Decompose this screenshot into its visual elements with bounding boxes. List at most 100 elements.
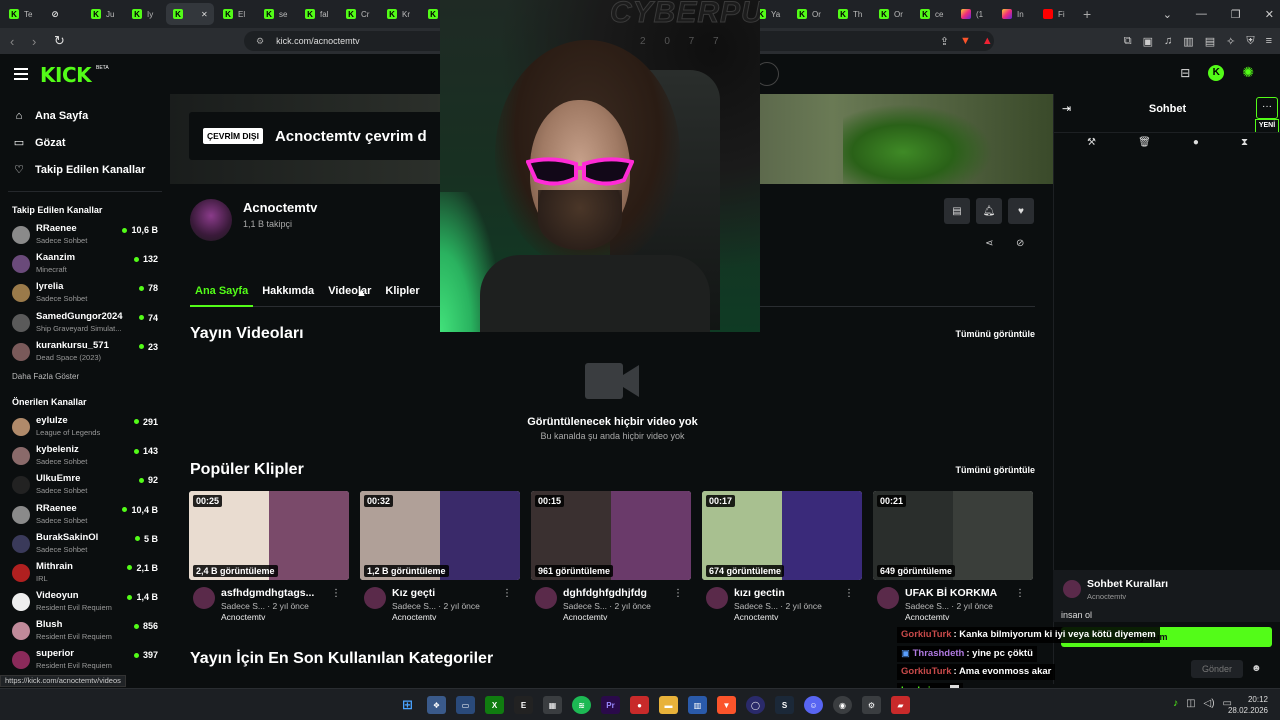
reload-button[interactable]: ↻ <box>54 33 66 49</box>
brave-icon[interactable]: ▼ <box>717 696 736 714</box>
clip-channel-avatar[interactable] <box>535 587 557 609</box>
menu-toggle-icon[interactable] <box>14 68 28 83</box>
browser-tab[interactable]: ⊘ <box>43 3 82 25</box>
clip-channel[interactable]: Acnoctemtv <box>905 612 1033 622</box>
clip-thumbnail[interactable]: 00:25 2,4 B görüntüleme <box>189 491 349 580</box>
tab-search-icon[interactable]: ⌄ <box>1163 8 1172 21</box>
gift-sub-button[interactable]: ▤ <box>944 198 970 224</box>
browser-tab[interactable]: Kfal <box>298 3 337 25</box>
clip-title[interactable]: kızı gectin <box>734 587 849 599</box>
close-tab-icon[interactable]: ✕ <box>201 10 208 19</box>
sidebar-channel-item[interactable]: superior Resident Evil Requiem 397 <box>0 645 170 674</box>
app-icon[interactable]: ❖ <box>427 696 446 714</box>
clip-channel-avatar[interactable] <box>706 587 728 609</box>
chat-bubble-icon[interactable]: ● <box>1193 137 1199 148</box>
hammer-icon[interactable]: ⚒ <box>1087 137 1096 148</box>
clip-thumbnail[interactable]: 00:21 649 görüntüleme <box>873 491 1033 580</box>
app-icon[interactable]: ▭ <box>456 696 475 714</box>
show-more-link[interactable]: Daha Fazla Göster <box>0 366 170 388</box>
minimize-button[interactable]: — <box>1196 8 1207 20</box>
clip-title[interactable]: dghfdghfgdhjfdg <box>563 587 678 599</box>
clip-more-icon[interactable]: ⋮ <box>844 588 854 599</box>
channel-avatar[interactable] <box>190 199 232 241</box>
emoji-icon[interactable]: ☻ <box>1251 663 1262 674</box>
clip-more-icon[interactable]: ⋮ <box>1015 588 1025 599</box>
discord-icon[interactable]: ☺ <box>804 696 823 714</box>
close-window-button[interactable]: ✕ <box>1265 8 1274 21</box>
obs-icon[interactable]: ◉ <box>833 696 852 714</box>
sidebar-channel-item[interactable]: kurankursu_571 Dead Space (2023) 23 <box>0 337 170 366</box>
clip-channel[interactable]: Acnoctemtv <box>392 612 520 622</box>
browser-tab[interactable]: K Te <box>2 3 41 25</box>
clip-more-icon[interactable]: ⋮ <box>673 588 683 599</box>
share-icon[interactable]: ⋖ <box>985 238 993 249</box>
new-tab-button[interactable]: + <box>1083 6 1091 22</box>
clip-card[interactable]: 00:25 2,4 B görüntüleme asfhdgmdhgtags... S… <box>189 491 349 627</box>
forward-button[interactable]: › <box>32 34 44 49</box>
folder-icon[interactable]: ▬ <box>659 696 678 714</box>
brave-rewards-icon[interactable]: ▲ <box>982 35 993 47</box>
clip-channel[interactable]: Acnoctemtv <box>563 612 691 622</box>
chat-more-button[interactable]: ··· <box>1256 97 1278 119</box>
clip-card[interactable]: 00:21 649 görüntüleme UFAK Bİ KORKMA Sadece… <box>873 491 1033 627</box>
clip-thumbnail[interactable]: 00:15 961 görüntüleme <box>531 491 691 580</box>
browser-tab[interactable]: K Or <box>872 3 911 25</box>
app-icon[interactable]: ◯ <box>746 696 765 714</box>
hide-icon[interactable]: ⊘ <box>1016 238 1024 249</box>
send-button[interactable]: Gönder <box>1191 660 1243 678</box>
browser-tab[interactable]: K Or <box>790 3 829 25</box>
sidebar-channel-item[interactable]: SamedGungor2024 Ship Graveyard Simulat...… <box>0 308 170 337</box>
clip-title[interactable]: UFAK Bİ KORKMA <box>905 587 1020 599</box>
sidebar-item-following[interactable]: ♡ Takip Edilen Kanallar <box>0 156 170 183</box>
clip-card[interactable]: 00:32 1,2 B görüntüleme Kız geçti Sadece S.… <box>360 491 520 627</box>
epic-icon[interactable]: E <box>514 696 533 714</box>
steam-icon[interactable]: S <box>775 696 794 714</box>
site-info-icon[interactable]: ⚙ <box>256 36 264 47</box>
sidebar-channel-item[interactable]: Kaanzim Minecraft 132 <box>0 249 170 278</box>
leo-ai-icon[interactable]: ✧ <box>1226 35 1235 48</box>
notification-button[interactable]: 🔔︎ <box>976 198 1002 224</box>
extensions-icon[interactable]: ⧉ <box>1124 35 1132 48</box>
clip-title[interactable]: Kız geçti <box>392 587 507 599</box>
spotify-icon[interactable]: ≋ <box>572 696 591 714</box>
sidebar-channel-item[interactable]: Blush Resident Evil Requiem 856 <box>0 616 170 645</box>
mic-icon[interactable]: ♪ <box>1173 698 1178 709</box>
browser-tab[interactable]: Kse <box>257 3 296 25</box>
back-button[interactable]: ‹ <box>10 34 22 49</box>
maximize-button[interactable]: ❐ <box>1231 8 1241 21</box>
sidebar-channel-item[interactable]: Videoyun Resident Evil Requiem 1,4 B <box>0 587 170 616</box>
xbox-icon[interactable]: X <box>485 696 504 714</box>
trash-icon[interactable]: 🗑︎ <box>1138 137 1151 148</box>
volume-icon[interactable]: ◁) <box>1204 698 1215 709</box>
browser-tab[interactable]: Kce <box>913 3 952 25</box>
tab-about[interactable]: Hakkımda <box>257 278 319 307</box>
clip-channel[interactable]: Acnoctemtv <box>221 612 349 622</box>
user-avatar-icon[interactable]: ✺ <box>1242 64 1254 81</box>
app-icon[interactable]: ● <box>630 696 649 714</box>
settings-icon[interactable]: ⚙ <box>862 696 881 714</box>
videos-see-all-link[interactable]: Tümünü görüntüle <box>956 329 1035 339</box>
network-icon[interactable]: ◫ <box>1186 698 1195 709</box>
share-icon[interactable]: ⇪ <box>940 35 949 48</box>
start-icon[interactable]: ⊞ <box>398 696 417 714</box>
sidebar-channel-item[interactable]: Iyrelia Sadece Sohbet 78 <box>0 278 170 307</box>
sidebar-channel-item[interactable]: BurakSakinOl Sadece Sohbet 5 B <box>0 529 170 558</box>
tab-clips[interactable]: Klipler <box>380 278 424 307</box>
clip-channel-avatar[interactable] <box>364 587 386 609</box>
clips-see-all-link[interactable]: Tümünü görüntüle <box>956 465 1035 475</box>
clip-channel[interactable]: Acnoctemtv <box>734 612 862 622</box>
browser-tab[interactable]: K Th <box>831 3 870 25</box>
browser-tab[interactable]: (1 <box>954 3 993 25</box>
tab-videos[interactable]: Videolar <box>323 278 376 307</box>
sidebar-channel-item[interactable]: kybeleniz Sadece Sohbet 143 <box>0 441 170 470</box>
app-icon[interactable]: ▰ <box>891 696 910 714</box>
sidebar-item-browse[interactable]: ▭ Gözat <box>0 129 170 156</box>
app-icon[interactable]: ▦ <box>543 696 562 714</box>
cast-icon[interactable]: ⊟ <box>1180 66 1190 80</box>
clip-more-icon[interactable]: ⋮ <box>502 588 512 599</box>
browser-tab[interactable]: K Iy <box>125 3 164 25</box>
app-icon[interactable]: ▥ <box>688 696 707 714</box>
browser-tab[interactable]: In <box>995 3 1034 25</box>
clip-thumbnail[interactable]: 00:32 1,2 B görüntüleme <box>360 491 520 580</box>
sidebar-icon[interactable]: ▥ <box>1183 35 1193 48</box>
